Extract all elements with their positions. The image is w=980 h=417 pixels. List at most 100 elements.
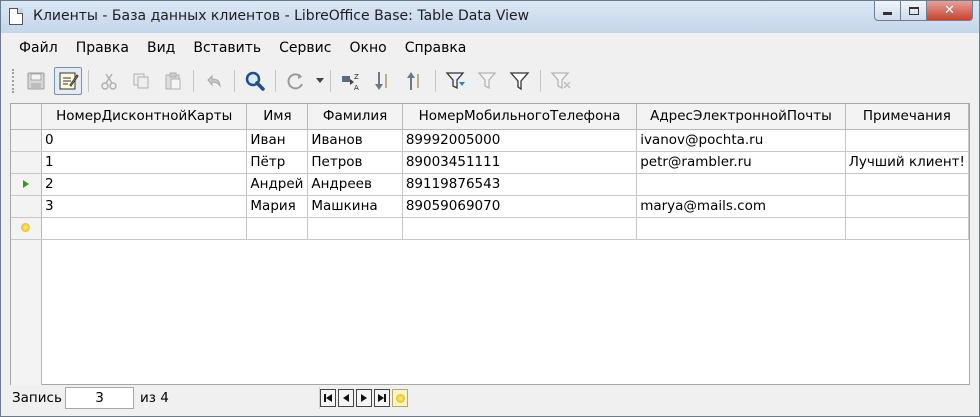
next-record-button[interactable] bbox=[356, 389, 372, 407]
chevron-down-icon bbox=[316, 78, 324, 83]
row-handle[interactable] bbox=[11, 129, 42, 152]
last-record-button[interactable] bbox=[374, 389, 390, 407]
new-record-star-icon bbox=[21, 223, 31, 232]
cell-last-name[interactable]: Иванов bbox=[307, 129, 403, 152]
cell-first-name[interactable]: Мария bbox=[246, 195, 309, 218]
menu-window[interactable]: Окно bbox=[340, 37, 395, 59]
refresh-icon bbox=[287, 73, 303, 90]
cell-notes[interactable] bbox=[845, 173, 970, 196]
cell-last-name[interactable]: Петров bbox=[307, 151, 403, 174]
menu-file[interactable]: Файл bbox=[2, 37, 67, 59]
cell-notes[interactable] bbox=[845, 129, 970, 152]
first-record-button[interactable] bbox=[320, 389, 336, 407]
record-navigation-bar: Запись 3 из 4 bbox=[10, 387, 970, 409]
cell-discount-card[interactable]: 0 bbox=[41, 129, 248, 152]
cell-email[interactable] bbox=[636, 173, 846, 196]
sort-ascending-button[interactable] bbox=[369, 67, 397, 95]
cell-mobile-phone[interactable]: 89992005000 bbox=[402, 129, 638, 152]
sort-icon: ZA bbox=[342, 73, 359, 92]
cell-discount-card[interactable]: 2 bbox=[41, 173, 248, 196]
menu-help[interactable]: Справка bbox=[396, 37, 476, 59]
cell-discount-card[interactable]: 3 bbox=[41, 195, 248, 218]
new-record-button[interactable] bbox=[392, 389, 408, 407]
menu-edit[interactable]: Правка bbox=[67, 37, 138, 59]
refresh-button[interactable] bbox=[282, 67, 310, 95]
cell-new[interactable] bbox=[636, 217, 846, 240]
refresh-dropdown[interactable] bbox=[314, 67, 326, 95]
sort-descending-button[interactable] bbox=[401, 67, 429, 95]
undo-icon bbox=[207, 74, 221, 88]
previous-record-button[interactable] bbox=[338, 389, 354, 407]
close-button[interactable]: ✕ bbox=[927, 1, 973, 21]
apply-filter-button[interactable] bbox=[474, 67, 502, 95]
cell-discount-card[interactable]: 1 bbox=[41, 151, 248, 174]
cell-first-name[interactable]: Пётр bbox=[246, 151, 309, 174]
autofilter-button[interactable] bbox=[442, 67, 470, 95]
cell-last-name[interactable]: Андреев bbox=[307, 173, 403, 196]
row-handle[interactable] bbox=[11, 151, 42, 174]
title-bar[interactable]: Клиенты - База данных клиентов - LibreOf… bbox=[1, 1, 979, 33]
cell-mobile-phone[interactable]: 89119876543 bbox=[402, 173, 638, 196]
select-all-corner[interactable] bbox=[11, 104, 42, 130]
edit-data-button[interactable] bbox=[54, 67, 82, 95]
cell-email[interactable]: ivanov@pochta.ru bbox=[636, 129, 846, 152]
toolbar-separator bbox=[193, 70, 194, 92]
column-header-notes[interactable]: Примечания bbox=[845, 104, 970, 130]
data-grid[interactable]: НомерДисконтнойКарты Имя Фамилия НомерМо… bbox=[10, 103, 970, 385]
table-row[interactable]: 0 Иван Иванов 89992005000 ivanov@pochta.… bbox=[11, 129, 970, 152]
window-controls: ✕ bbox=[874, 1, 973, 21]
edit-data-icon bbox=[59, 72, 79, 90]
toolbar-grip[interactable] bbox=[12, 69, 16, 93]
menu-tools[interactable]: Сервис bbox=[270, 37, 340, 59]
cell-mobile-phone[interactable]: 89059069070 bbox=[402, 195, 638, 218]
column-header-last-name[interactable]: Фамилия bbox=[307, 104, 403, 130]
save-button[interactable] bbox=[22, 67, 50, 95]
current-row-arrow-icon bbox=[22, 180, 29, 188]
cell-last-name[interactable]: Машкина bbox=[307, 195, 403, 218]
table-row[interactable]: 1 Пётр Петров 89003451111 petr@rambler.r… bbox=[11, 151, 970, 174]
sort-descending-icon bbox=[407, 72, 419, 90]
column-header-mobile-phone[interactable]: НомерМобильногоТелефона bbox=[402, 104, 638, 130]
column-header-email[interactable]: АдресЭлектроннойПочты bbox=[636, 104, 846, 130]
menu-view[interactable]: Вид bbox=[138, 37, 184, 59]
record-number-field[interactable]: 3 bbox=[66, 387, 134, 409]
cell-new[interactable] bbox=[845, 217, 970, 240]
sort-button[interactable]: ZA bbox=[337, 67, 365, 95]
toolbar-separator bbox=[540, 70, 541, 92]
menu-insert[interactable]: Вставить bbox=[184, 37, 270, 59]
new-record-row[interactable] bbox=[11, 217, 970, 240]
cell-new[interactable] bbox=[402, 217, 638, 240]
standard-filter-button[interactable] bbox=[506, 67, 534, 95]
minimize-button[interactable] bbox=[874, 1, 901, 21]
table-row[interactable]: 3 Мария Машкина 89059069070 marya@mails.… bbox=[11, 195, 970, 218]
toolbar-separator bbox=[435, 70, 436, 92]
cut-icon bbox=[101, 73, 117, 90]
cell-new[interactable] bbox=[246, 217, 309, 240]
undo-button[interactable] bbox=[200, 67, 228, 95]
cell-email[interactable]: marya@mails.com bbox=[636, 195, 846, 218]
copy-button[interactable] bbox=[127, 67, 155, 95]
row-handle[interactable] bbox=[11, 195, 42, 218]
cell-notes[interactable]: Лучший клиент! bbox=[845, 151, 970, 174]
cut-button[interactable] bbox=[95, 67, 123, 95]
cell-new[interactable] bbox=[307, 217, 403, 240]
row-handle-current[interactable] bbox=[11, 173, 42, 196]
cell-notes[interactable] bbox=[845, 195, 970, 218]
window-title: Клиенты - База данных клиентов - LibreOf… bbox=[33, 8, 530, 24]
cell-new[interactable] bbox=[41, 217, 248, 240]
column-header-discount-card[interactable]: НомерДисконтнойКарты bbox=[41, 104, 248, 130]
cell-first-name[interactable]: Андрей bbox=[246, 173, 309, 196]
cell-first-name[interactable]: Иван bbox=[246, 129, 309, 152]
reset-filter-button[interactable] bbox=[547, 67, 575, 95]
find-record-button[interactable] bbox=[241, 67, 269, 95]
data-table: НомерДисконтнойКарты Имя Фамилия НомерМо… bbox=[11, 104, 970, 240]
column-header-first-name[interactable]: Имя bbox=[246, 104, 309, 130]
cell-mobile-phone[interactable]: 89003451111 bbox=[402, 151, 638, 174]
find-record-icon bbox=[245, 71, 265, 91]
row-handle-new[interactable] bbox=[11, 217, 42, 240]
paste-icon bbox=[165, 72, 181, 90]
cell-email[interactable]: petr@rambler.ru bbox=[636, 151, 846, 174]
paste-button[interactable] bbox=[159, 67, 187, 95]
maximize-button[interactable] bbox=[901, 1, 927, 21]
table-row-current[interactable]: 2 Андрей Андреев 89119876543 bbox=[11, 173, 970, 196]
